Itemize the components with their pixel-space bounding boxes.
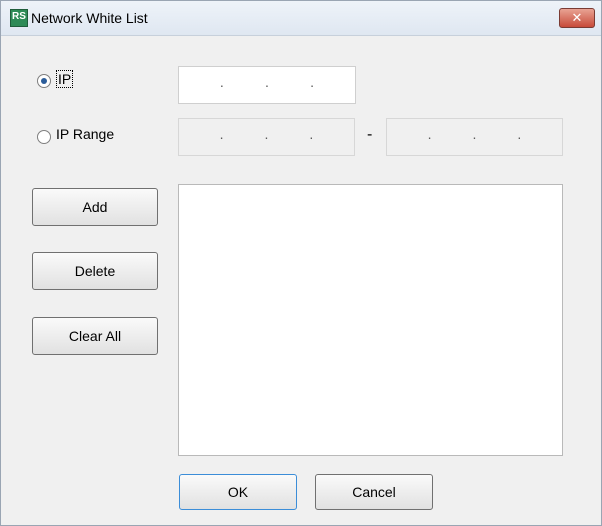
ip-radio[interactable] [37, 74, 51, 88]
app-icon: RS [10, 9, 28, 27]
ip-range-radio[interactable] [37, 130, 51, 144]
range-start-dot-1: · [219, 129, 224, 145]
app-icon-text: RS [12, 11, 26, 22]
window-title: Network White List [31, 10, 148, 26]
delete-button[interactable]: Delete [32, 252, 158, 290]
ip-radio-label[interactable]: IP [56, 70, 74, 88]
ip-dot-3: · [309, 77, 315, 93]
range-start-dot-3: · [309, 129, 314, 145]
ip-range-end-input[interactable]: · · · [386, 118, 563, 156]
cancel-button[interactable]: Cancel [315, 474, 433, 510]
ip-address-input[interactable]: · · · [178, 66, 356, 104]
range-end-dot-1: · [427, 129, 432, 145]
network-white-list-dialog: RS Network White List ✕ IP · · · IP Range … [0, 0, 602, 526]
ip-dot-2: · [264, 77, 270, 93]
title-bar[interactable]: RS Network White List ✕ [1, 1, 601, 36]
ip-range-start-input[interactable]: · · · [178, 118, 355, 156]
ip-range-separator: - [367, 126, 373, 143]
range-start-dot-2: · [264, 129, 269, 145]
clear-all-button[interactable]: Clear All [32, 317, 158, 355]
range-end-dot-2: · [472, 129, 477, 145]
range-end-dot-3: · [517, 129, 522, 145]
white-list-box[interactable] [178, 184, 563, 456]
ok-button[interactable]: OK [179, 474, 297, 510]
close-icon[interactable]: ✕ [559, 8, 595, 28]
ip-dot-1: · [219, 77, 225, 93]
ip-range-radio-label[interactable]: IP Range [56, 126, 114, 142]
add-button[interactable]: Add [32, 188, 158, 226]
